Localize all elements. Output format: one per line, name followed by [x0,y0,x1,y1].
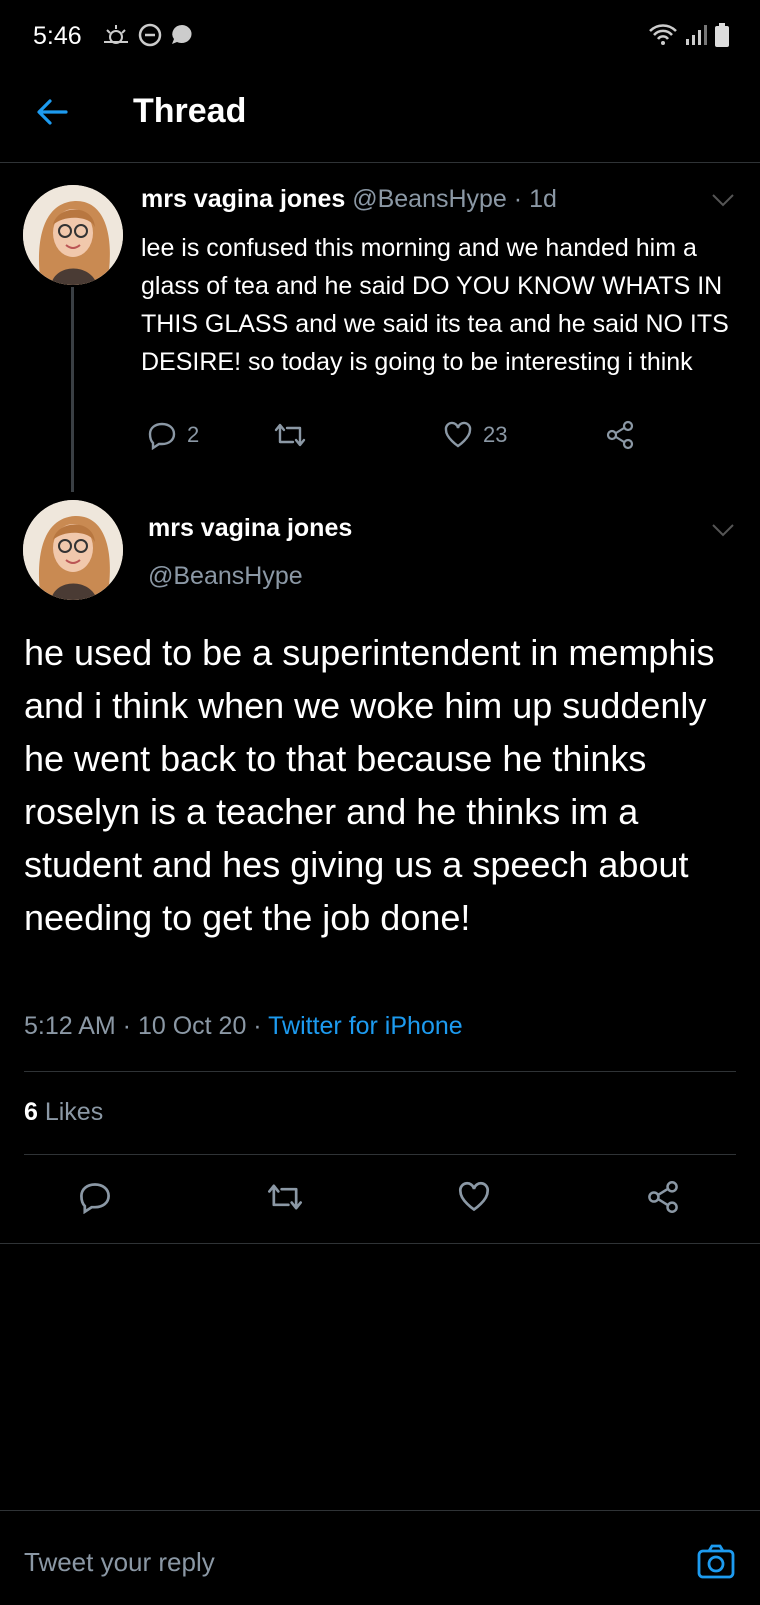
likes-count: 6 [24,1098,38,1126]
author-name[interactable]: mrs vagina jones [148,514,352,543]
tweet-header: mrs vagina jones @BeansHype · 1d [141,185,557,214]
status-left-icons [101,22,195,48]
battery-icon [715,23,729,47]
handle[interactable]: @BeansHype [352,185,507,213]
retweet-icon [274,423,306,447]
profile-photo [23,500,123,600]
likes-label: Likes [37,1098,104,1126]
page-title: Thread [133,92,247,130]
divider [24,1071,736,1072]
tweet-date: 10 Oct 20 [137,1012,247,1040]
reply-count: 2 [187,422,200,447]
thread-connector [71,287,74,492]
heart-icon [444,421,472,448]
wifi-icon [649,24,677,45]
avatar[interactable] [23,185,123,285]
status-right-icons [648,22,730,48]
thread-header: Thread [0,70,760,163]
share-icon[interactable] [646,1180,680,1214]
divider [0,1243,760,1244]
camera-icon[interactable] [696,1541,736,1581]
status-time: 5:46 [33,22,82,50]
share-icon [606,420,634,450]
like-button[interactable]: 23 [443,420,507,450]
back-arrow-icon[interactable] [32,92,72,132]
signal-icon [686,25,707,45]
weather-icon [104,25,128,44]
tweet-text: lee is confused this morning and we hand… [141,234,729,376]
likes-summary[interactable]: 6 Likes [24,1098,103,1127]
main-tweet-actions [0,1170,760,1222]
handle[interactable]: @BeansHype [148,562,303,591]
tweet-age[interactable]: 1d [529,185,557,213]
profile-photo [23,185,123,285]
reply-icon[interactable] [78,1180,112,1214]
reply-bar: Tweet your reply [0,1510,760,1605]
separator: · [506,185,530,213]
divider [24,1154,736,1155]
tweet-time: 5:12 AM [24,1012,116,1040]
like-count: 23 [483,422,508,447]
reply-input[interactable]: Tweet your reply [24,1547,664,1578]
tweet-meta: 5:12 AM · 10 Oct 20 · Twitter for iPhone [24,1012,463,1041]
avatar[interactable] [23,500,123,600]
separator: · [246,1012,269,1040]
chevron-down-icon[interactable] [710,522,736,538]
share-button[interactable] [605,420,635,450]
main-tweet-text: he used to be a superintendent in memphi… [24,632,715,938]
separator: · [115,1012,138,1040]
chat-bubble-icon [172,25,192,44]
dnd-icon [138,23,162,47]
tweet-actions: 2 23 [141,420,661,460]
retweet-button[interactable] [273,420,307,450]
reply-button[interactable]: 2 [147,420,199,450]
display-name[interactable]: mrs vagina jones [148,514,352,542]
chevron-down-icon[interactable] [710,192,736,208]
tweet-source-link[interactable]: Twitter for iPhone [268,1012,463,1040]
heart-icon[interactable] [457,1180,491,1214]
retweet-icon[interactable] [266,1180,304,1214]
status-bar: 5:46 [0,0,760,70]
reply-icon [148,422,176,450]
display-name[interactable]: mrs vagina jones [141,185,345,213]
